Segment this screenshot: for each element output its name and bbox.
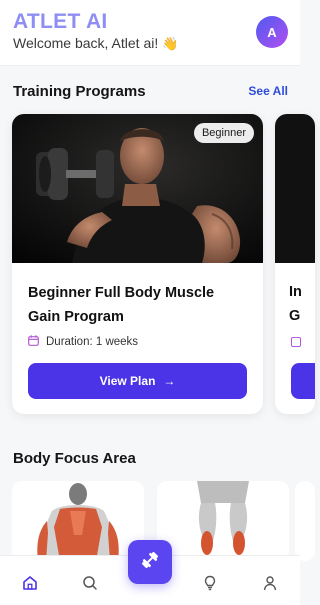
program-title: Beginner Full Body Muscle Gain Program	[28, 285, 215, 325]
program-image: Beginner	[12, 114, 263, 263]
avatar[interactable]: A	[256, 16, 288, 48]
arrow-right-icon: →	[163, 374, 176, 388]
welcome-text: Welcome back, Atlet ai!	[13, 35, 159, 51]
back-muscles-illustration	[36, 483, 120, 561]
lightbulb-icon[interactable]	[200, 573, 220, 593]
app-title: ATLET AI	[13, 10, 108, 33]
app-header: ATLET AI Welcome back, Atlet ai! 👋 A	[0, 0, 300, 66]
body-focus-title: Body Focus Area	[13, 450, 136, 467]
program-title-partial-1: In	[289, 284, 302, 300]
training-programs-title: Training Programs	[13, 83, 146, 100]
wave-emoji: 👋	[162, 36, 179, 51]
view-plan-label: View Plan	[99, 374, 156, 388]
program-card-partial[interactable]: In G	[275, 114, 315, 414]
calf-muscles-illustration	[197, 481, 249, 555]
level-badge: Beginner	[193, 123, 254, 143]
profile-icon[interactable]	[260, 573, 280, 593]
search-icon[interactable]	[80, 573, 100, 593]
program-duration: Duration: 1 weeks	[28, 335, 138, 349]
focus-area-card-back[interactable]	[12, 481, 144, 561]
see-all-link[interactable]: See All	[248, 84, 288, 98]
focus-area-card-partial[interactable]	[295, 481, 315, 561]
dumbbell-icon	[140, 550, 160, 575]
calendar-icon	[291, 337, 301, 347]
calendar-icon	[28, 335, 39, 349]
view-plan-button[interactable]: View Plan →	[28, 363, 247, 399]
home-icon[interactable]	[20, 573, 40, 593]
program-title-partial-2: G	[289, 308, 301, 324]
dark-photo	[275, 114, 315, 263]
workout-fab-button[interactable]	[128, 540, 172, 584]
view-plan-button-partial[interactable]	[291, 363, 315, 399]
welcome-message: Welcome back, Atlet ai! 👋	[13, 35, 178, 52]
program-card[interactable]: Beginner Beginner Full Body Muscle Gain …	[12, 114, 263, 414]
duration-text: Duration: 1 weeks	[46, 336, 139, 348]
focus-area-card-calves[interactable]	[157, 481, 289, 561]
